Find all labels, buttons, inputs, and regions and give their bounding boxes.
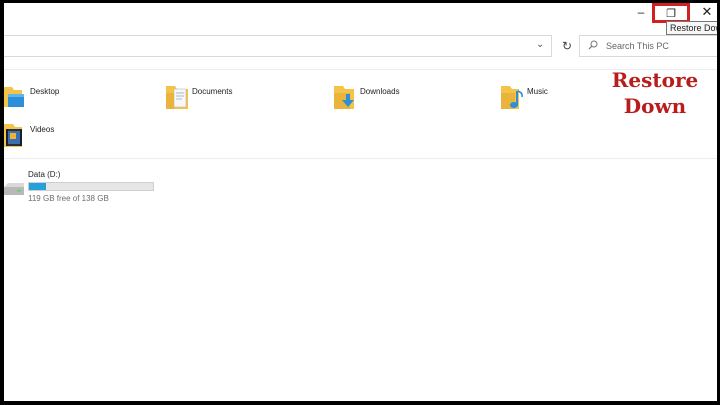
annotation-line-2: Down xyxy=(623,94,687,118)
restore-down-tooltip: Restore Down xyxy=(666,21,717,35)
folder-label: Downloads xyxy=(360,87,400,96)
folder-label: Documents xyxy=(192,87,233,96)
music-folder-icon xyxy=(501,83,525,111)
refresh-button[interactable]: ↻ xyxy=(556,35,578,57)
drive-usage-fill xyxy=(29,183,47,190)
restore-down-annotation: Restore Down xyxy=(600,67,710,119)
minimize-icon: – xyxy=(637,5,645,19)
folder-label: Music xyxy=(527,87,548,96)
documents-folder-icon xyxy=(166,83,190,111)
desktop-folder-icon xyxy=(4,83,28,111)
search-icon xyxy=(588,40,602,53)
search-input[interactable] xyxy=(602,41,716,51)
folder-label: Desktop xyxy=(30,87,60,96)
drive-data-d[interactable]: Data (D:) 119 GB free of 138 GB xyxy=(4,169,204,209)
videos-folder-icon xyxy=(4,121,28,149)
annotation-line-1: Restore xyxy=(611,68,699,92)
folder-label: Videos xyxy=(30,125,55,134)
address-row: ⌄ ↻ xyxy=(4,33,717,61)
drive-free-space: 119 GB free of 138 GB xyxy=(28,194,109,203)
drive-usage-bar xyxy=(28,182,154,191)
drive-icon xyxy=(4,181,24,197)
restore-icon: ❐ xyxy=(666,7,676,20)
close-icon: ✕ xyxy=(701,4,713,19)
file-explorer-window: – ❐ ✕ Restore Down ⌄ ↻ Desktop Documents… xyxy=(4,3,717,401)
restore-down-button[interactable]: ❐ xyxy=(652,3,690,23)
address-bar[interactable] xyxy=(4,35,552,57)
search-box[interactable] xyxy=(579,35,717,57)
address-history-chevron-icon[interactable]: ⌄ xyxy=(536,39,544,50)
drive-label: Data (D:) xyxy=(28,170,61,179)
downloads-folder-icon xyxy=(334,83,358,111)
refresh-icon: ↻ xyxy=(561,39,573,53)
close-button[interactable]: ✕ xyxy=(690,3,717,21)
divider xyxy=(4,158,717,159)
